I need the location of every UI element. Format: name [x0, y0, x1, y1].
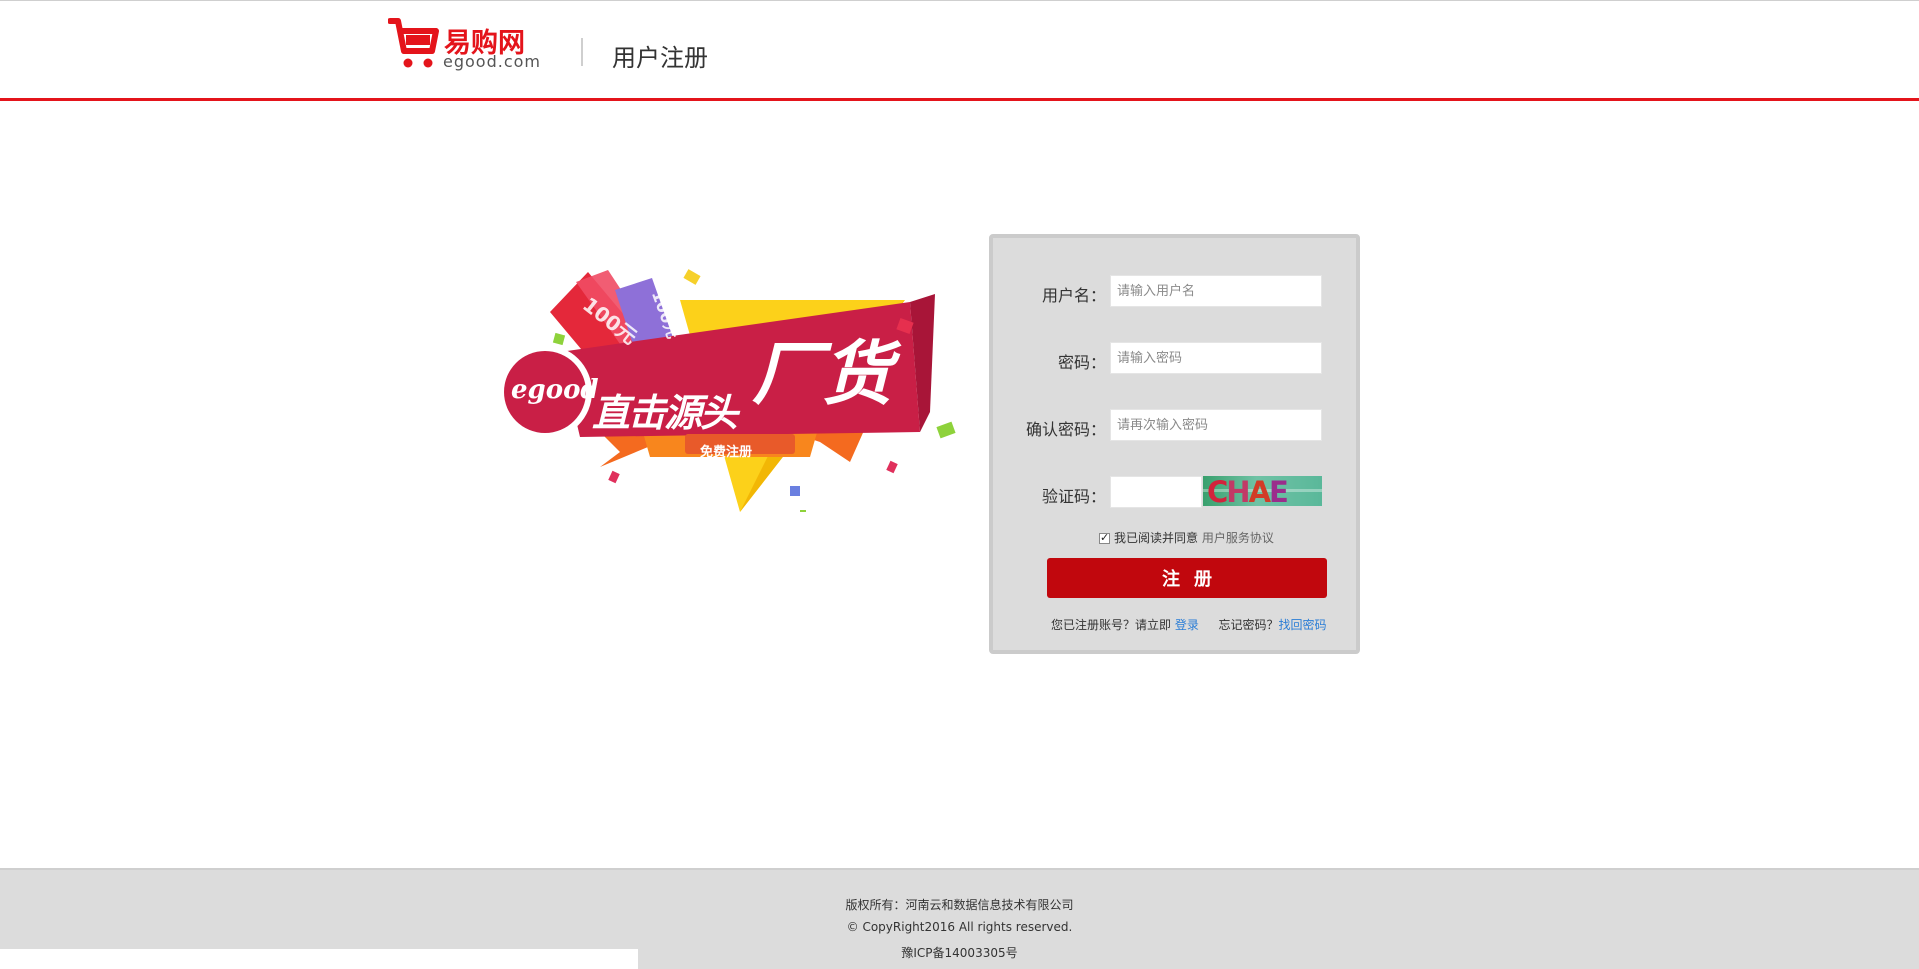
login-link[interactable]: 登录: [1175, 618, 1199, 632]
confirm-password-input[interactable]: [1110, 409, 1322, 441]
password-label: 密码：: [1057, 353, 1106, 372]
confirm-password-row: 确认密码：: [993, 409, 1356, 441]
banner-brand-mark: egood: [511, 375, 599, 405]
username-row: 用户名：: [993, 275, 1356, 307]
login-prompt: 您已注册账号？请立即: [1051, 618, 1172, 632]
logo-text-en: egood.com: [443, 52, 541, 71]
forgot-prompt: 忘记密码？: [1218, 618, 1279, 632]
captcha-image[interactable]: CHAE: [1203, 476, 1322, 506]
service-agreement-link[interactable]: 用户服务协议: [1202, 531, 1274, 545]
banner-caption[interactable]: 免费注册: [700, 441, 752, 460]
footer-copyright: © CopyRight2016 All rights reserved.: [846, 920, 1073, 934]
username-input[interactable]: [1110, 275, 1322, 307]
agreement-text: 我已阅读并同意: [1114, 531, 1199, 545]
agreement-checkbox[interactable]: [1099, 531, 1110, 544]
captcha-label: 验证码：: [1041, 487, 1106, 506]
site-logo[interactable]: 易购网 egood.com: [388, 17, 548, 73]
site-header: 易购网 egood.com 用户注册: [0, 1, 1919, 101]
password-row: 密码：: [993, 342, 1356, 374]
account-links: 您已注册账号？请立即 登录 忘记密码？找回密码: [1051, 616, 1327, 633]
footer-overlay-strip: [0, 949, 638, 969]
header-divider: [581, 38, 583, 66]
confirm-password-label: 确认密码：: [1025, 420, 1106, 439]
page-title: 用户注册: [612, 44, 708, 72]
agreement-row: 我已阅读并同意 用户服务协议: [1099, 529, 1274, 546]
forgot-password-link[interactable]: 找回密码: [1279, 618, 1327, 632]
password-input[interactable]: [1110, 342, 1322, 374]
footer-copyright-owner: 版权所有：河南云和数据信息技术有限公司: [845, 898, 1074, 912]
register-button[interactable]: 注册: [1047, 558, 1327, 598]
banner-slogan: 直击源头: [592, 391, 738, 435]
captcha-input[interactable]: [1110, 476, 1202, 508]
shopping-cart-icon: [388, 18, 439, 68]
captcha-text: CHAE: [1207, 476, 1289, 506]
captcha-row: 验证码： CHAE: [993, 476, 1356, 508]
banner-big-text: 厂货: [752, 332, 892, 415]
username-label: 用户名：: [1041, 286, 1106, 305]
register-form: 用户名： 密码： 确认密码： 验证码： CHAE 我已阅读并同意 用户服务协议 …: [989, 234, 1360, 654]
